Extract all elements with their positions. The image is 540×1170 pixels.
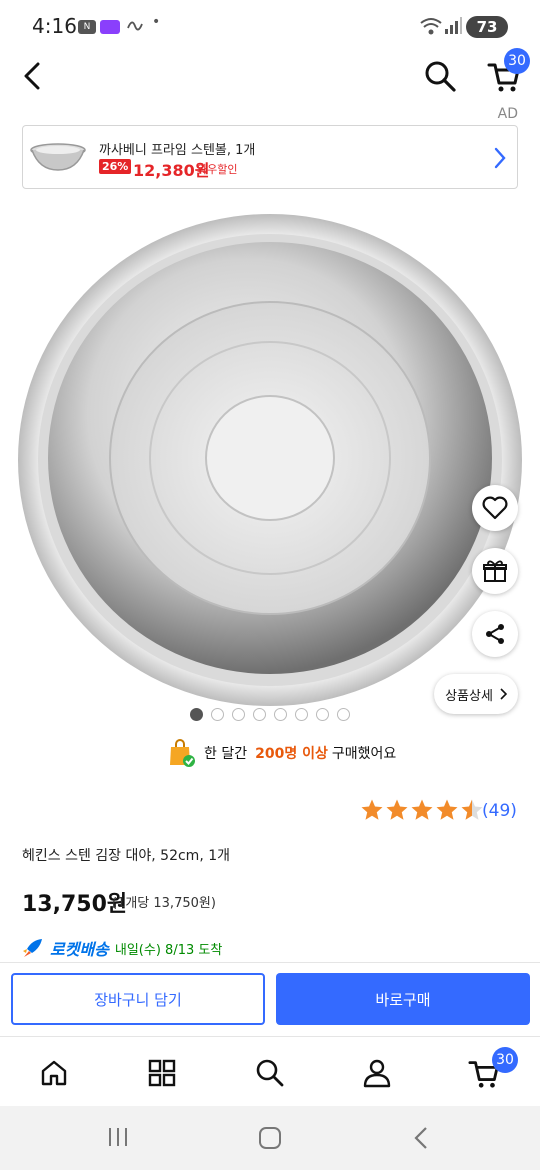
carousel-dot[interactable] [232,708,245,721]
search-button[interactable] [420,56,460,96]
carousel-dot[interactable] [253,708,266,721]
nav-home[interactable] [34,1053,74,1093]
back-system-button[interactable] [412,1126,430,1154]
unit-price: (1개당 13,750원) [112,896,216,911]
chevron-right-icon [493,146,507,174]
nfc-icon: N [78,20,96,34]
rocket-icon [23,939,42,957]
shopping-bag-check-icon [170,739,195,767]
purchase-note-suffix: 구매했어요 [331,746,397,762]
star-icon [411,799,433,820]
status-bar: 4:16 N • 73 [0,0,540,54]
arrival-date: 내일(수) 8/13 도착 [114,942,223,958]
user-icon [363,1059,391,1088]
cart-count-badge: 30 [504,48,530,74]
recent-apps-button[interactable] [106,1126,130,1152]
nav-categories[interactable] [142,1053,182,1093]
notification-dot: • [152,14,161,30]
ad-discount-badge: 26% [99,159,132,174]
review-count[interactable]: (49) [482,801,517,821]
gift-icon [483,560,507,582]
search-icon [256,1059,284,1087]
share-button[interactable] [472,611,518,657]
wifi-icon [420,16,442,40]
carousel-dot[interactable] [190,708,203,721]
carousel-dot[interactable] [274,708,287,721]
carousel-dot[interactable] [295,708,308,721]
recent-apps-icon [109,1128,127,1146]
status-time: 4:16 [32,14,77,38]
app-notification-icon [100,20,120,34]
ad-product-image [29,142,87,176]
product-name: 헤킨스 스텐 김장 대야, 52cm, 1개 [22,848,231,864]
ad-banner[interactable]: 까사베니 프라임 스텐볼, 1개 26% 12,380원 와우할인 [22,125,518,189]
home-system-button[interactable] [258,1126,282,1154]
rating-stars[interactable] [360,798,484,822]
battery-indicator: 73 [466,16,508,38]
search-icon [425,61,456,92]
action-bar: 장바구니 담기 바로구매 [0,962,540,1036]
nav-my-account[interactable] [357,1053,397,1093]
star-icon [386,799,408,820]
back-chevron-icon [414,1127,427,1149]
system-nav-bar [0,1106,540,1170]
product-detail-label: 상품상세 [445,688,493,704]
home-icon [41,1060,67,1086]
purchase-note-highlight: 200명 이상 [255,746,328,762]
wishlist-button[interactable] [472,485,518,531]
rocket-delivery: 로켓배송 내일(수) 8/13 도착 [22,936,222,960]
grid-icon [148,1059,176,1087]
nav-search[interactable] [250,1053,290,1093]
ad-title: 까사베니 프라임 스텐볼, 1개 [99,143,256,158]
add-to-cart-button[interactable]: 장바구니 담기 [11,973,265,1025]
star-icon [436,799,458,820]
rocket-delivery-label: 로켓배송 [50,940,109,959]
carousel-dot[interactable] [337,708,350,721]
home-square-icon [259,1127,281,1149]
chevron-right-icon [500,688,507,700]
carousel-dot[interactable] [211,708,224,721]
heart-icon [482,496,508,520]
ad-label: AD [497,106,518,122]
carousel-dot[interactable] [316,708,329,721]
product-detail-button[interactable]: 상품상세 [434,674,518,714]
purchase-note: 한 달간 200명 이상 구매했어요 [168,738,396,768]
signature-icon [126,16,144,38]
ad-wow-discount-label: 와우할인 [197,163,238,176]
share-icon [486,624,504,644]
bottom-nav: 30 [0,1036,540,1106]
product-image[interactable] [16,212,524,714]
star-icon [461,799,483,820]
gift-button[interactable] [472,548,518,594]
back-arrow-icon [24,62,40,90]
star-icon [361,799,383,820]
buy-now-button[interactable]: 바로구매 [276,973,530,1025]
purchase-note-prefix: 한 달간 [204,746,248,762]
back-button[interactable] [12,56,52,96]
nav-cart-count-badge: 30 [492,1047,518,1073]
signal-icon [444,17,462,39]
carousel-dots[interactable] [190,708,350,721]
